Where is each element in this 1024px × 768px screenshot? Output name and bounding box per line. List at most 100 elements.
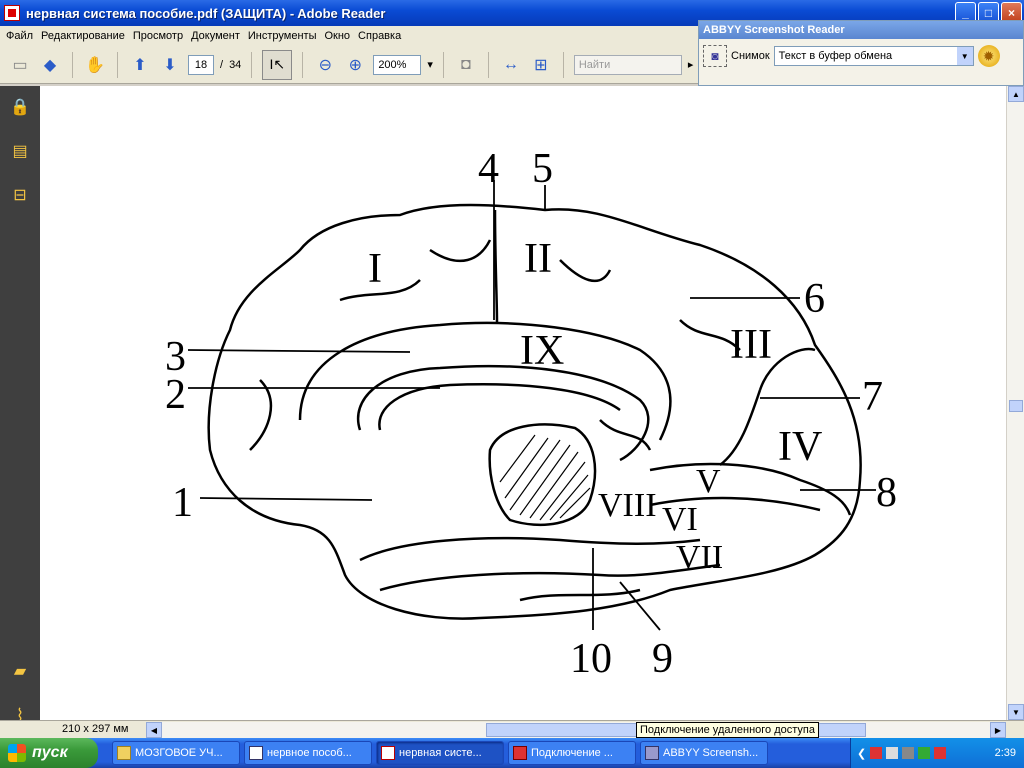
cingulate-gyrus bbox=[298, 321, 672, 441]
previous-page-icon[interactable]: ⬆ bbox=[128, 53, 152, 77]
word-icon bbox=[249, 746, 263, 760]
label-10: 10 bbox=[570, 636, 612, 682]
snapshot-button[interactable]: Снимок bbox=[731, 50, 770, 62]
clock: 2:39 bbox=[994, 747, 1016, 759]
taskbar-item-label: МОЗГОВОЕ УЧ... bbox=[135, 747, 223, 759]
toolbar-separator bbox=[251, 51, 253, 78]
label-I: I bbox=[368, 246, 382, 292]
page-separator: / bbox=[220, 58, 224, 71]
zoom-in-icon[interactable]: ⊕ bbox=[343, 53, 367, 77]
capture-mode-select[interactable]: Текст в буфер обмена ▼ bbox=[773, 46, 974, 66]
label-VIII: VIII bbox=[598, 487, 657, 524]
snapshot-icon[interactable]: ◘ bbox=[454, 53, 478, 77]
toolbar-separator bbox=[487, 51, 489, 78]
find-dropdown-icon[interactable]: ▸ bbox=[688, 58, 694, 71]
horizontal-scrollbar[interactable]: ◀ ▶ bbox=[146, 722, 1006, 738]
abbyy-panel: ABBYY Screenshot Reader ◙ Снимок Текст в… bbox=[698, 20, 1024, 86]
start-button[interactable]: пуск bbox=[0, 738, 98, 768]
select-tool-icon[interactable]: I↖ bbox=[262, 49, 293, 80]
lock-icon[interactable]: 🔒 bbox=[9, 96, 31, 118]
label-VI: VI bbox=[662, 501, 698, 538]
toolbar-separator bbox=[562, 51, 564, 78]
abbyy-title: ABBYY Screenshot Reader bbox=[699, 21, 1023, 39]
taskbar-item[interactable]: Подключение ... bbox=[508, 741, 636, 765]
tray-expand-icon[interactable]: ❮ bbox=[857, 747, 866, 760]
status-bar: 210 x 297 мм ◀ ▶ bbox=[0, 720, 1024, 738]
network-icon[interactable] bbox=[886, 747, 899, 759]
page-number-input[interactable]: 18 bbox=[188, 54, 214, 75]
connection-icon[interactable] bbox=[934, 747, 947, 759]
find-input[interactable]: Найти bbox=[573, 54, 682, 75]
antivirus-icon[interactable] bbox=[870, 747, 883, 759]
update-icon[interactable] bbox=[918, 747, 931, 759]
taskbar-item[interactable]: ABBYY Screensh... bbox=[640, 741, 768, 765]
label-7: 7 bbox=[862, 374, 883, 420]
gear-icon[interactable]: ✹ bbox=[977, 45, 1000, 67]
menu-file[interactable]: Файл bbox=[4, 30, 39, 42]
toolbar-separator bbox=[302, 51, 304, 78]
menu-view[interactable]: Просмотр bbox=[131, 30, 189, 42]
vertical-scrollbar[interactable]: ▲ ▼ bbox=[1006, 86, 1024, 720]
scroll-left-icon[interactable]: ◀ bbox=[146, 722, 162, 738]
taskbar-item-label: нервная систе... bbox=[399, 747, 482, 759]
label-8: 8 bbox=[876, 470, 897, 516]
fit-page-icon[interactable]: ⊞ bbox=[529, 53, 553, 77]
menu-bar: Файл Редактирование Просмотр Документ Ин… bbox=[0, 26, 700, 46]
print-icon[interactable]: ▭ bbox=[8, 53, 32, 77]
menu-document[interactable]: Документ bbox=[189, 30, 246, 42]
label-3: 3 bbox=[165, 334, 186, 380]
bookmarks-icon[interactable]: ⊟ bbox=[9, 184, 31, 206]
leader-line-9 bbox=[619, 581, 661, 631]
chevron-down-icon[interactable]: ▾ bbox=[427, 58, 433, 71]
page-size: 210 x 297 мм bbox=[62, 723, 129, 735]
taskbar-item[interactable]: МОЗГОВОЕ УЧ... bbox=[112, 741, 240, 765]
volume-icon[interactable] bbox=[902, 747, 915, 759]
menu-tools[interactable]: Инструменты bbox=[246, 30, 323, 42]
navigation-pane: 🔒 ▤ ⊟ ▰ ⌇ bbox=[0, 86, 40, 724]
taskbar-item-active[interactable]: нервная систе... bbox=[376, 741, 504, 765]
folder-icon bbox=[117, 746, 131, 760]
toolbar: ▭ ◆ ✋ ⬆ ⬇ 18 / 34 I↖ ⊖ ⊕ 200% ▾ ◘ ↔ ⊞ На… bbox=[0, 46, 700, 84]
toolbar-separator bbox=[117, 51, 118, 78]
thalamus-region bbox=[488, 423, 597, 527]
scroll-down-icon[interactable]: ▼ bbox=[1008, 704, 1024, 720]
scroll-thumb[interactable] bbox=[1009, 400, 1023, 412]
taskbar-item[interactable]: нервное пособ... bbox=[244, 741, 372, 765]
label-II: II bbox=[524, 236, 552, 282]
menu-edit[interactable]: Редактирование bbox=[39, 30, 131, 42]
taskbar: пуск МОЗГОВОЕ УЧ... нервное пособ... нер… bbox=[0, 738, 1024, 768]
menu-window[interactable]: Окно bbox=[322, 30, 356, 42]
fit-width-icon[interactable]: ↔ bbox=[499, 53, 523, 77]
windows-logo-icon bbox=[8, 744, 26, 762]
zoom-select[interactable]: 200% bbox=[373, 54, 422, 75]
taskbar-item-label: нервное пособ... bbox=[267, 747, 352, 759]
label-V: V bbox=[696, 463, 721, 500]
toolbar-separator bbox=[442, 51, 444, 78]
document-view: 1 2 3 4 5 6 7 8 9 10 I II III IV V VI VI… bbox=[40, 86, 1006, 720]
next-page-icon[interactable]: ⬇ bbox=[158, 53, 182, 77]
scroll-right-icon[interactable]: ▶ bbox=[990, 722, 1006, 738]
camera-icon[interactable]: ◙ bbox=[703, 45, 727, 67]
label-III: III bbox=[730, 322, 772, 368]
tooltip: Подключение удаленного доступа bbox=[636, 722, 819, 738]
label-IX: IX bbox=[520, 328, 564, 374]
brain-medial-diagram: 1 2 3 4 5 6 7 8 9 10 I II III IV V VI VI… bbox=[165, 146, 897, 682]
temporal-gyri bbox=[359, 536, 701, 562]
chevron-down-icon[interactable]: ▼ bbox=[956, 47, 973, 65]
label-9: 9 bbox=[652, 636, 673, 682]
window-title: нервная система пособие.pdf (ЗАЩИТА) - A… bbox=[26, 5, 386, 21]
label-4: 4 bbox=[478, 146, 499, 192]
hand-icon[interactable]: ✋ bbox=[83, 53, 107, 77]
pages-icon[interactable]: ▤ bbox=[9, 140, 31, 162]
toolbar-separator bbox=[72, 51, 73, 78]
pdf-icon bbox=[513, 746, 527, 760]
menu-help[interactable]: Справка bbox=[356, 30, 407, 42]
zoom-out-icon[interactable]: ⊖ bbox=[313, 53, 337, 77]
paracentral-sulcus bbox=[493, 209, 499, 323]
scroll-up-icon[interactable]: ▲ bbox=[1008, 86, 1024, 102]
comments-icon[interactable]: ▰ bbox=[9, 660, 31, 682]
page-total: 34 bbox=[229, 58, 242, 71]
leader-line-1 bbox=[199, 497, 373, 501]
share-icon[interactable]: ◆ bbox=[38, 53, 62, 77]
label-1: 1 bbox=[172, 480, 193, 526]
